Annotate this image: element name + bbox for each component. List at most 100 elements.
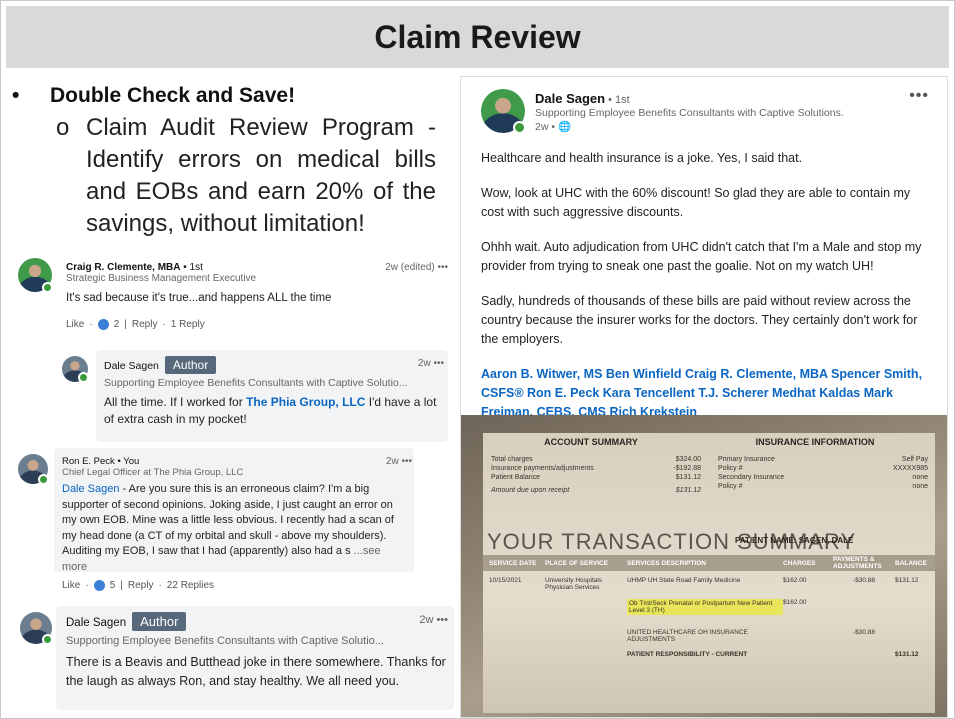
comment-body: Dale Sagen - Are you sure this is an err… <box>62 482 408 575</box>
comment-time[interactable]: 2w ••• <box>419 614 448 626</box>
comment-time[interactable]: 2w (edited) ••• <box>385 262 448 273</box>
statement-photo[interactable]: ACCOUNT SUMMARY INSURANCE INFORMATION To… <box>461 415 947 717</box>
replies-link[interactable]: 22 Replies <box>167 580 214 591</box>
cell: $131.12 <box>895 577 919 584</box>
avatar[interactable] <box>62 356 89 383</box>
post-author-name[interactable]: Dale Sagen <box>535 91 605 106</box>
avatar[interactable] <box>481 89 526 134</box>
like-button[interactable]: Like <box>66 319 84 330</box>
comment-body: There is a Beavis and Butthead joke in t… <box>66 655 446 688</box>
row-value: $131.12 <box>675 474 701 481</box>
post-tags[interactable]: Aaron B. Witwer, MS Ben Winfield Craig R… <box>481 365 936 422</box>
cell: $162.00 <box>783 577 807 584</box>
reply-button[interactable]: Reply <box>132 319 158 330</box>
comment-time[interactable]: 2w ••• <box>386 456 412 467</box>
highlighted-service: Ob Tmt/Seck Prenatal or Postpartum New P… <box>627 599 783 615</box>
transaction-row: UNITED HEALTHCARE OH INSURANCE ADJUSTMEN… <box>483 629 935 643</box>
row-label: Secondary Insurance <box>718 474 785 481</box>
linkedin-post: Dale Sagen • 1st Supporting Employee Ben… <box>460 76 948 718</box>
column-header: BALANCE <box>895 559 927 567</box>
insurance-row: Primary Insurance Self Pay <box>718 455 928 464</box>
cell: PATIENT RESPONSIBILITY - CURRENT <box>627 651 748 658</box>
online-status-icon <box>38 474 49 485</box>
cell: 10/15/2021 <box>489 577 522 584</box>
row-value: -$192.88 <box>673 465 701 472</box>
transaction-row: PATIENT RESPONSIBILITY - CURRENT $131.12 <box>483 651 935 658</box>
row-value: $131.12 <box>675 487 701 494</box>
comment-dale-reply: Dale Sagen Author Supporting Employee Ben… <box>62 354 450 444</box>
like-button[interactable]: Like <box>62 580 80 591</box>
row-value: $324.00 <box>675 456 701 463</box>
column-header: CHARGES <box>783 559 816 567</box>
online-status-icon <box>513 121 526 134</box>
comment-author-name[interactable]: Ron E. Peck <box>62 456 115 467</box>
sub-bullet: o Claim Audit Review Program - Identify … <box>12 112 452 240</box>
sub-bullet-text: Claim Audit Review Program - Identify er… <box>86 114 436 237</box>
cell: -$30.88 <box>852 577 876 584</box>
avatar[interactable] <box>18 258 53 293</box>
post-degree: • 1st <box>605 94 630 106</box>
author-badge: Author <box>132 612 187 631</box>
comment-headline: Strategic Business Management Executive <box>66 273 257 284</box>
column-header: PAYMENTS & ADJUSTMENTS <box>833 556 882 570</box>
column-header: PLACE OF SERVICE <box>545 559 609 567</box>
sub-bullet-marker: o <box>56 114 70 141</box>
post-headline: Supporting Employee Benefits Consultants… <box>535 107 844 119</box>
row-value: none <box>912 474 928 481</box>
comment-author-name[interactable]: Dale Sagen <box>104 360 159 372</box>
account-summary-heading: ACCOUNT SUMMARY <box>544 437 638 447</box>
reaction-count[interactable]: 2 <box>114 319 120 330</box>
reaction-count[interactable]: 5 <box>110 580 116 591</box>
row-label: Total charges <box>491 456 533 463</box>
author-badge: Author <box>164 356 217 374</box>
bullet-dot-icon: • <box>12 84 20 107</box>
post-paragraph: Ohhh wait. Auto adjudication from UHC di… <box>481 240 922 273</box>
person-mention-link[interactable]: Dale Sagen <box>62 483 120 495</box>
slide-title: Claim Review <box>374 18 581 55</box>
account-row: Insurance payments/adjustments -$192.88 <box>491 464 701 473</box>
comment-author: Dale Sagen Author <box>104 356 444 374</box>
comment-author: Dale Sagen Author <box>66 612 446 631</box>
comment-time[interactable]: 2w ••• <box>418 358 444 369</box>
comment-body: It's sad because it's true...and happens… <box>66 292 332 304</box>
insurance-row: Secondary Insurance none <box>718 473 928 482</box>
cell: $131.12 <box>895 651 919 658</box>
avatar[interactable] <box>18 454 49 485</box>
replies-link[interactable]: 1 Reply <box>171 319 205 330</box>
row-label: Insurance payments/adjustments <box>491 465 594 472</box>
post-author: Dale Sagen • 1st <box>535 91 844 106</box>
row-label: Policy # <box>718 483 743 490</box>
main-bullet-text: Double Check and Save! <box>50 84 296 107</box>
patient-name: PATIENT NAME: SAGEN, DALE <box>735 536 854 545</box>
online-status-icon <box>42 282 53 293</box>
comment-author-name[interactable]: Craig R. Clemente, MBA <box>66 262 180 273</box>
row-label: Patient Balance <box>491 474 541 481</box>
main-bullet: • Double Check and Save! <box>12 84 452 108</box>
post-time-text: 2w • <box>535 121 558 133</box>
globe-icon: 🌐 <box>557 121 572 133</box>
cell: -$30.88 <box>852 629 876 636</box>
comment-ron: Ron E. Peck • You Chief Legal Officer at… <box>16 452 416 597</box>
comment-author-name[interactable]: Dale Sagen <box>66 617 126 629</box>
avatar[interactable] <box>20 612 53 645</box>
post-paragraph: Sadly, hundreds of thousands of these bi… <box>481 294 918 346</box>
title-bar: Claim Review <box>6 6 949 68</box>
comment-degree: • 1st <box>180 262 203 273</box>
comment-dale-final: Dale Sagen Author Supporting Employee Ben… <box>20 610 454 710</box>
comment-body-text: All the time. If I worked for <box>104 395 247 409</box>
comment-body: All the time. If I worked for The Phia G… <box>104 394 444 428</box>
more-options-icon[interactable]: ••• <box>909 87 929 105</box>
bullet-block: • Double Check and Save! o Claim Audit R… <box>12 84 452 240</box>
like-reaction-icon <box>93 580 105 591</box>
row-label: Policy # <box>718 465 743 472</box>
row-value: Self Pay <box>901 456 928 463</box>
transaction-row: 10/15/2021 University Hospitals Physicia… <box>483 577 935 591</box>
online-status-icon <box>42 634 53 645</box>
column-header: SERVICES DESCRIPTION <box>627 559 706 567</box>
insurance-rows: Primary Insurance Self Pay Policy # XXXXX9… <box>718 455 928 491</box>
cell: UNITED HEALTHCARE OH INSURANCE ADJUSTMEN… <box>627 629 748 643</box>
cell: UHMP UH State Road Family Medicine <box>627 577 741 584</box>
reply-button[interactable]: Reply <box>128 580 154 591</box>
company-mention-link[interactable]: The Phia Group, LLC <box>246 395 365 409</box>
post-time: 2w • 🌐 <box>535 120 844 134</box>
